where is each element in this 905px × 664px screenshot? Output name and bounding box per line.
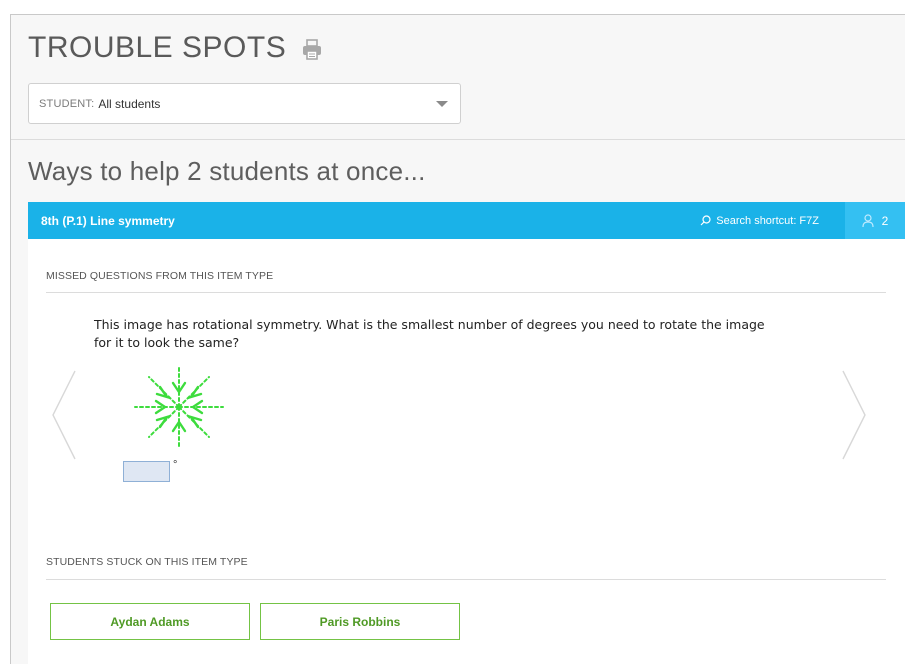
search-shortcut[interactable]: Search shortcut: F7Z <box>700 202 845 239</box>
chevron-left-icon <box>52 370 76 460</box>
missed-questions-rule <box>46 292 886 293</box>
students-stuck-rule <box>46 579 886 580</box>
rotational-star-figure <box>134 364 224 450</box>
student-button-paris-robbins[interactable]: Paris Robbins <box>260 603 460 640</box>
ways-heading: Ways to help 2 students at once... <box>28 156 426 186</box>
search-shortcut-text: Search shortcut: F7Z <box>716 214 819 227</box>
student-select[interactable]: STUDENT: All students <box>28 83 461 124</box>
students-stuck-label: STUDENTS STUCK ON THIS ITEM TYPE <box>46 556 248 568</box>
student-select-value: All students <box>98 96 161 111</box>
student-select-label: STUDENT: <box>39 97 95 110</box>
previous-question-button[interactable] <box>51 369 77 461</box>
item-card: MISSED QUESTIONS FROM THIS ITEM TYPE Thi… <box>28 239 905 664</box>
search-icon <box>700 215 711 226</box>
students-stuck-list: Aydan Adams Paris Robbins <box>50 603 460 640</box>
next-question-button[interactable] <box>841 369 867 461</box>
item-type-bar: 8th (P.1) Line symmetry Search shortcut:… <box>28 202 905 239</box>
chevron-right-icon <box>842 370 866 460</box>
item-type-title[interactable]: 8th (P.1) Line symmetry <box>28 214 700 228</box>
caret-down-icon <box>436 101 448 107</box>
degree-symbol: ° <box>173 459 178 471</box>
printer-icon[interactable] <box>302 39 322 61</box>
user-icon <box>862 213 874 227</box>
section-divider <box>11 139 905 140</box>
student-button-aydan-adams[interactable]: Aydan Adams <box>50 603 250 640</box>
missed-questions-label: MISSED QUESTIONS FROM THIS ITEM TYPE <box>46 270 274 282</box>
question-text: This image has rotational symmetry. What… <box>94 317 765 350</box>
student-count-value: 2 <box>881 213 889 228</box>
page-title: TROUBLE SPOTS <box>28 31 287 64</box>
student-count-badge[interactable]: 2 <box>845 202 905 239</box>
answer-input[interactable] <box>123 461 170 482</box>
title-row: TROUBLE SPOTS <box>28 28 322 68</box>
